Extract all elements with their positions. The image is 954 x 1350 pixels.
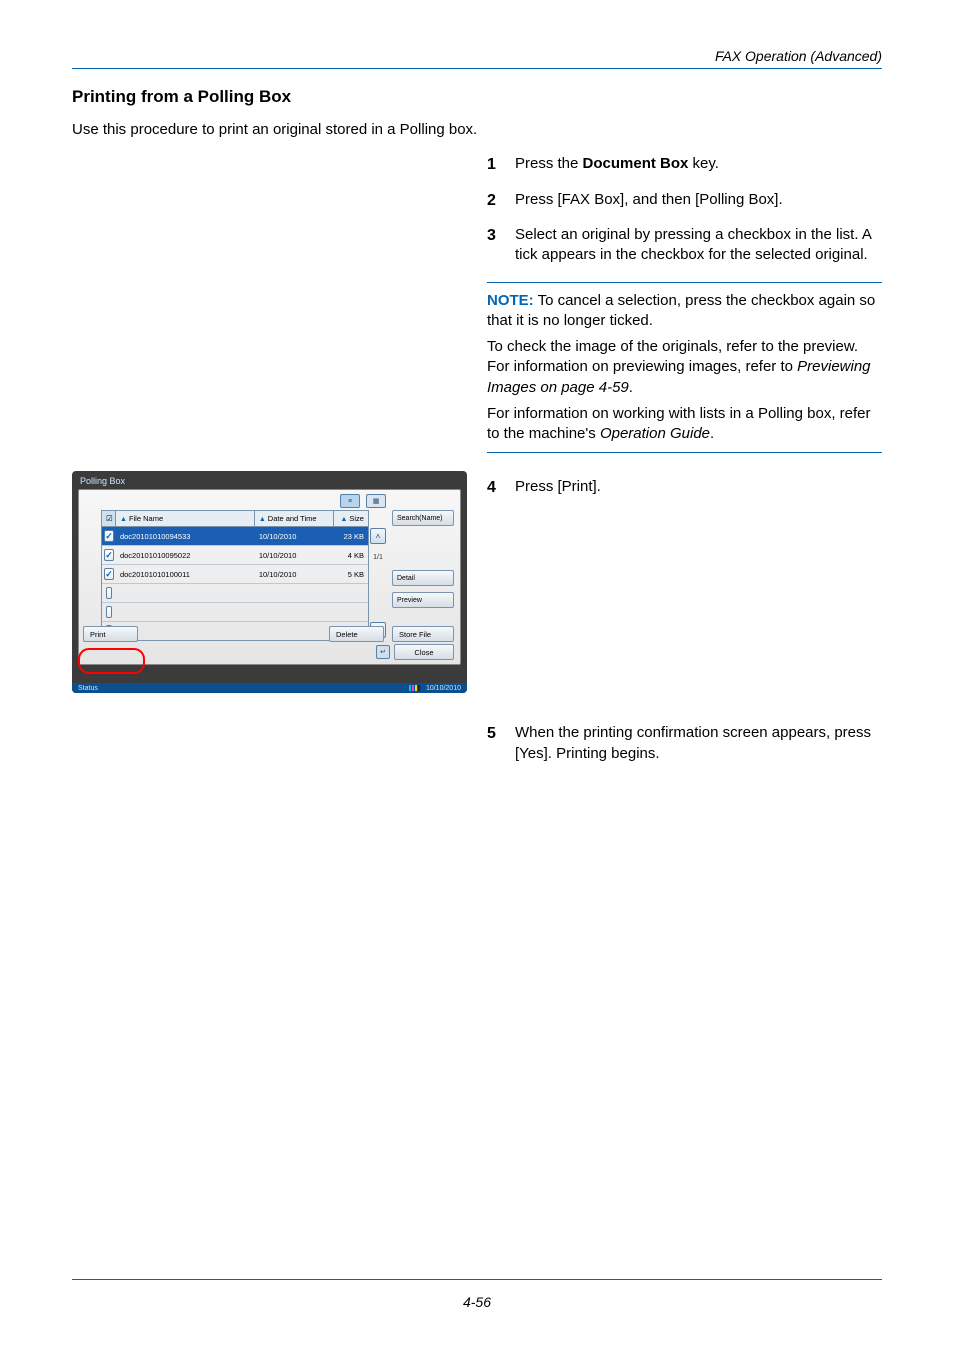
close-button[interactable]: Close — [394, 644, 454, 660]
cell-filename: doc20101010095022 — [116, 551, 255, 560]
table-row[interactable] — [102, 583, 368, 602]
file-table: ☑ ▲File Name ▲Date and Time ▲Size ✓ doc2… — [101, 510, 369, 641]
status-bar: Status 10/10/2010 — [72, 683, 467, 693]
col-checkbox[interactable]: ☑ — [102, 511, 116, 526]
cell-date: 10/10/2010 — [255, 570, 334, 579]
store-file-button[interactable]: Store File — [392, 626, 454, 642]
preview-button[interactable]: Preview — [392, 592, 454, 608]
step-text: Select an original by pressing a checkbo… — [515, 225, 882, 266]
step-5: 5 When the printing confirmation screen … — [487, 723, 882, 764]
list-view-icon[interactable]: ≡ — [340, 494, 360, 508]
col-size[interactable]: ▲Size — [334, 511, 368, 526]
row-checkbox[interactable] — [106, 606, 112, 618]
cell-size: 4 KB — [334, 551, 368, 560]
running-head: FAX Operation (Advanced) — [72, 48, 882, 64]
note-label: NOTE: — [487, 292, 534, 309]
step-3: 3 Select an original by pressing a check… — [487, 225, 882, 266]
delete-button[interactable]: Delete — [329, 626, 384, 642]
step-number: 5 — [487, 723, 515, 764]
detail-button[interactable]: Detail — [392, 570, 454, 586]
view-toggle-group: ≡ ▦ — [340, 494, 386, 508]
status-date: 10/10/2010 — [426, 685, 461, 692]
print-button[interactable]: Print — [83, 626, 138, 642]
page-indicator: 1/1 — [373, 554, 383, 561]
section-title: Printing from a Polling Box — [72, 87, 882, 107]
page-number: 4-56 — [0, 1294, 954, 1310]
footer-rule — [72, 1279, 882, 1280]
bottom-button-group: Print Delete Store File — [83, 626, 454, 642]
cell-size: 23 KB — [334, 532, 368, 541]
grid-view-icon[interactable]: ▦ — [366, 494, 386, 508]
search-name-button[interactable]: Search(Name) — [392, 510, 454, 526]
enter-icon: ↵ — [376, 645, 390, 659]
table-row[interactable]: ✓ doc20101010095022 10/10/2010 4 KB — [102, 545, 368, 564]
note-box: NOTE: To cancel a selection, press the c… — [487, 282, 882, 454]
cell-date: 10/10/2010 — [255, 532, 334, 541]
note-text: . — [629, 379, 633, 396]
step-text: Press [Print]. — [515, 477, 601, 499]
header-rule — [72, 68, 882, 69]
table-row[interactable] — [102, 602, 368, 621]
cell-filename: doc20101010094533 — [116, 532, 255, 541]
step-number: 2 — [487, 190, 515, 212]
col-filename[interactable]: ▲File Name — [116, 511, 255, 526]
step-4: 4 Press [Print]. — [487, 477, 882, 499]
step-text: Press the — [515, 155, 583, 172]
intro-text: Use this procedure to print an original … — [72, 121, 882, 138]
toner-indicator-icon — [409, 685, 420, 691]
row-checkbox[interactable]: ✓ — [104, 530, 114, 542]
step-text: key. — [688, 155, 719, 172]
step-number: 1 — [487, 154, 515, 176]
cell-date: 10/10/2010 — [255, 551, 334, 560]
xref-operation-guide: Operation Guide — [600, 425, 710, 442]
note-text: . — [710, 425, 714, 442]
side-button-group: Search(Name) Detail Preview — [392, 510, 454, 608]
step-2: 2 Press [FAX Box], and then [Polling Box… — [487, 190, 882, 212]
status-label: Status — [78, 685, 98, 692]
table-row[interactable]: ✓ doc20101010094533 10/10/2010 23 KB — [102, 527, 368, 545]
row-checkbox[interactable] — [106, 587, 112, 599]
row-checkbox[interactable]: ✓ — [104, 568, 114, 580]
cell-filename: doc20101010100011 — [116, 570, 255, 579]
step-number: 4 — [487, 477, 515, 499]
document-box-key-label: Document Box — [583, 155, 689, 172]
panel-title: Polling Box — [72, 471, 467, 489]
col-date[interactable]: ▲Date and Time — [255, 511, 334, 526]
step-number: 3 — [487, 225, 515, 266]
scroll-control: ˄ 1/1 ˅ — [370, 528, 386, 638]
table-body: ✓ doc20101010094533 10/10/2010 23 KB ✓ d… — [101, 527, 369, 641]
table-header: ☑ ▲File Name ▲Date and Time ▲Size — [101, 510, 369, 527]
step-text: Press [FAX Box], and then [Polling Box]. — [515, 190, 783, 212]
step-text: When the printing confirmation screen ap… — [515, 723, 882, 764]
table-row[interactable]: ✓ doc20101010100011 10/10/2010 5 KB — [102, 564, 368, 583]
polling-box-panel: Polling Box ≡ ▦ ☑ ▲File Name ▲Date and T… — [72, 471, 467, 693]
step-1: 1 Press the Document Box key. — [487, 154, 882, 176]
note-text: To cancel a selection, press the checkbo… — [487, 292, 875, 329]
scroll-up-button[interactable]: ˄ — [370, 528, 386, 544]
cell-size: 5 KB — [334, 570, 368, 579]
row-checkbox[interactable]: ✓ — [104, 549, 114, 561]
panel-body: ≡ ▦ ☑ ▲File Name ▲Date and Time ▲Size ✓ — [78, 489, 461, 665]
